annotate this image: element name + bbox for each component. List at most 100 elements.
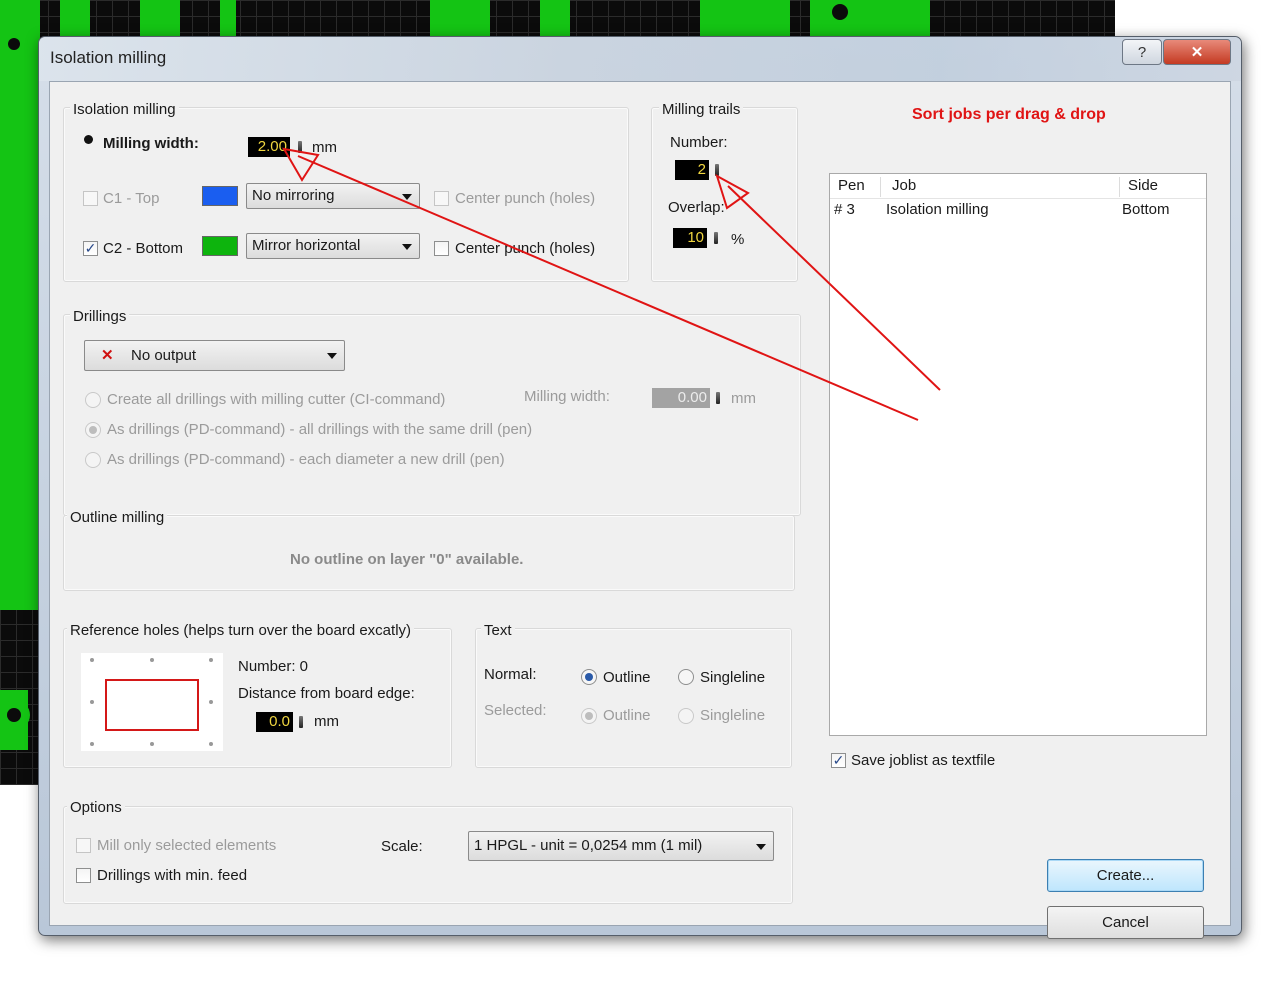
chevron-down-icon <box>327 353 337 359</box>
reference-hole-marker <box>90 700 94 704</box>
help-button[interactable]: ? <box>1122 39 1162 65</box>
text-group-title: Text <box>481 622 515 639</box>
reference-hole-marker <box>209 700 213 704</box>
milling-width-input[interactable]: 2.00 <box>248 137 290 157</box>
reference-hole-marker <box>209 742 213 746</box>
drillings-group-title: Drillings <box>70 308 130 325</box>
c2-bottom-checkbox[interactable]: ✓ <box>83 241 98 256</box>
close-button[interactable]: ✕ <box>1163 39 1231 65</box>
drill-min-feed-checkbox[interactable] <box>76 868 91 883</box>
trails-number-label: Number: <box>670 134 728 151</box>
create-button[interactable]: Create... <box>1047 859 1204 892</box>
selected-outline-radio[interactable] <box>581 708 597 724</box>
c1-center-punch-checkbox[interactable] <box>434 191 449 206</box>
mill-selected-checkbox[interactable] <box>76 838 91 853</box>
c2-color-swatch[interactable] <box>202 236 238 256</box>
drill-option-same-drill-label: As drillings (PD-command) - all drilling… <box>107 421 533 438</box>
board-outline-rectangle <box>105 679 199 731</box>
reference-hole-marker <box>209 658 213 662</box>
drill-milling-width-spinner[interactable] <box>716 392 720 404</box>
no-output-icon: ✕ <box>101 347 114 364</box>
job-list[interactable]: Pen Job Side # 3 Isolation milling Botto… <box>829 173 1207 736</box>
title-bar[interactable]: Isolation milling ? ✕ <box>39 37 1241 81</box>
overlap-input[interactable]: 10 <box>673 228 707 248</box>
outline-message: No outline on layer "0" available. <box>290 551 524 568</box>
reference-holes-preview <box>81 653 223 751</box>
distance-unit: mm <box>314 713 339 730</box>
row-side: Bottom <box>1122 201 1170 218</box>
reference-hole-marker <box>150 742 154 746</box>
c2-mirror-select[interactable]: Mirror horizontal <box>246 233 420 259</box>
selected-singleline-radio[interactable] <box>678 708 694 724</box>
scale-select[interactable]: 1 HPGL - unit = 0,0254 mm (1 mil) <box>468 831 774 861</box>
drill-milling-width-unit: mm <box>731 390 756 407</box>
drill-output-value: No output <box>131 347 197 364</box>
cancel-button[interactable]: Cancel <box>1047 906 1204 939</box>
c1-center-punch-label: Center punch (holes) <box>455 190 596 207</box>
c2-bottom-label: C2 - Bottom <box>103 240 184 257</box>
save-joblist-label: Save joblist as textfile <box>851 752 996 769</box>
c2-center-punch-label: Center punch (holes) <box>455 240 596 257</box>
table-row[interactable]: # 3 Isolation milling Bottom <box>830 199 1206 221</box>
c1-top-label: C1 - Top <box>103 190 160 207</box>
selected-singleline-label: Singleline <box>700 707 766 724</box>
close-icon: ✕ <box>1190 44 1204 61</box>
milling-width-unit: mm <box>312 139 337 156</box>
reference-hole-marker <box>90 658 94 662</box>
mill-selected-label: Mill only selected elements <box>97 837 277 854</box>
overlap-unit: % <box>731 231 745 248</box>
column-header-pen[interactable]: Pen <box>838 177 865 194</box>
selected-outline-label: Outline <box>603 707 651 724</box>
drill-milling-width-label: Milling width: <box>524 388 610 405</box>
c2-center-punch-checkbox[interactable] <box>434 241 449 256</box>
reference-hole-marker <box>150 658 154 662</box>
sort-jobs-hint: Sort jobs per drag & drop <box>912 106 1106 123</box>
text-normal-label: Normal: <box>484 666 537 683</box>
milling-width-label: Milling width: <box>103 135 199 152</box>
scale-label: Scale: <box>381 838 423 855</box>
normal-singleline-radio[interactable] <box>678 669 694 685</box>
trails-number-input[interactable]: 2 <box>675 160 709 180</box>
outline-milling-group-title: Outline milling <box>67 509 168 526</box>
column-header-side[interactable]: Side <box>1128 177 1158 194</box>
help-icon: ? <box>1137 43 1147 61</box>
normal-outline-radio[interactable] <box>581 669 597 685</box>
save-joblist-checkbox[interactable]: ✓ <box>831 753 846 768</box>
options-group-title: Options <box>67 799 125 816</box>
row-job: Isolation milling <box>886 201 989 218</box>
overlap-label: Overlap: <box>668 199 725 216</box>
dialog-client-area: Isolation milling Milling width: 2.00 mm… <box>49 81 1231 939</box>
c2-mirror-value: Mirror horizontal <box>252 237 361 254</box>
column-divider <box>880 177 881 197</box>
drill-option-same-drill-radio[interactable] <box>85 422 101 438</box>
drill-option-ci-label: Create all drillings with milling cutter… <box>107 391 446 408</box>
c1-top-checkbox[interactable] <box>83 191 98 206</box>
bullet-icon <box>84 135 93 144</box>
trails-number-spinner[interactable] <box>715 164 719 176</box>
overlap-spinner[interactable] <box>714 232 718 244</box>
reference-number-label: Number: 0 <box>238 658 309 675</box>
create-button-label: Create... <box>1096 867 1155 884</box>
distance-input[interactable]: 0.0 <box>256 712 293 732</box>
milling-width-spinner[interactable] <box>298 141 302 153</box>
distance-spinner[interactable] <box>299 716 303 728</box>
c1-mirror-value: No mirroring <box>252 187 335 204</box>
distance-label: Distance from board edge: <box>238 685 415 702</box>
column-header-job[interactable]: Job <box>892 177 916 194</box>
drill-output-select[interactable]: ✕ No output <box>84 340 345 371</box>
c1-mirror-select[interactable]: No mirroring <box>246 183 420 209</box>
reference-holes-group-title: Reference holes (helps turn over the boa… <box>67 622 415 639</box>
row-pen: # 3 <box>834 201 855 218</box>
scale-value: 1 HPGL - unit = 0,0254 mm (1 mil) <box>474 837 703 854</box>
drill-option-ci-radio[interactable] <box>85 392 101 408</box>
drill-min-feed-label: Drillings with min. feed <box>97 867 248 884</box>
chevron-down-icon <box>402 244 412 250</box>
drill-option-new-drill-radio[interactable] <box>85 452 101 468</box>
reference-hole-marker <box>90 742 94 746</box>
isolation-milling-group-title: Isolation milling <box>70 101 179 118</box>
c1-color-swatch[interactable] <box>202 186 238 206</box>
normal-outline-label: Outline <box>603 669 651 686</box>
text-group <box>475 628 792 768</box>
window-title: Isolation milling <box>50 48 167 67</box>
drill-milling-width-input[interactable]: 0.00 <box>652 388 710 408</box>
